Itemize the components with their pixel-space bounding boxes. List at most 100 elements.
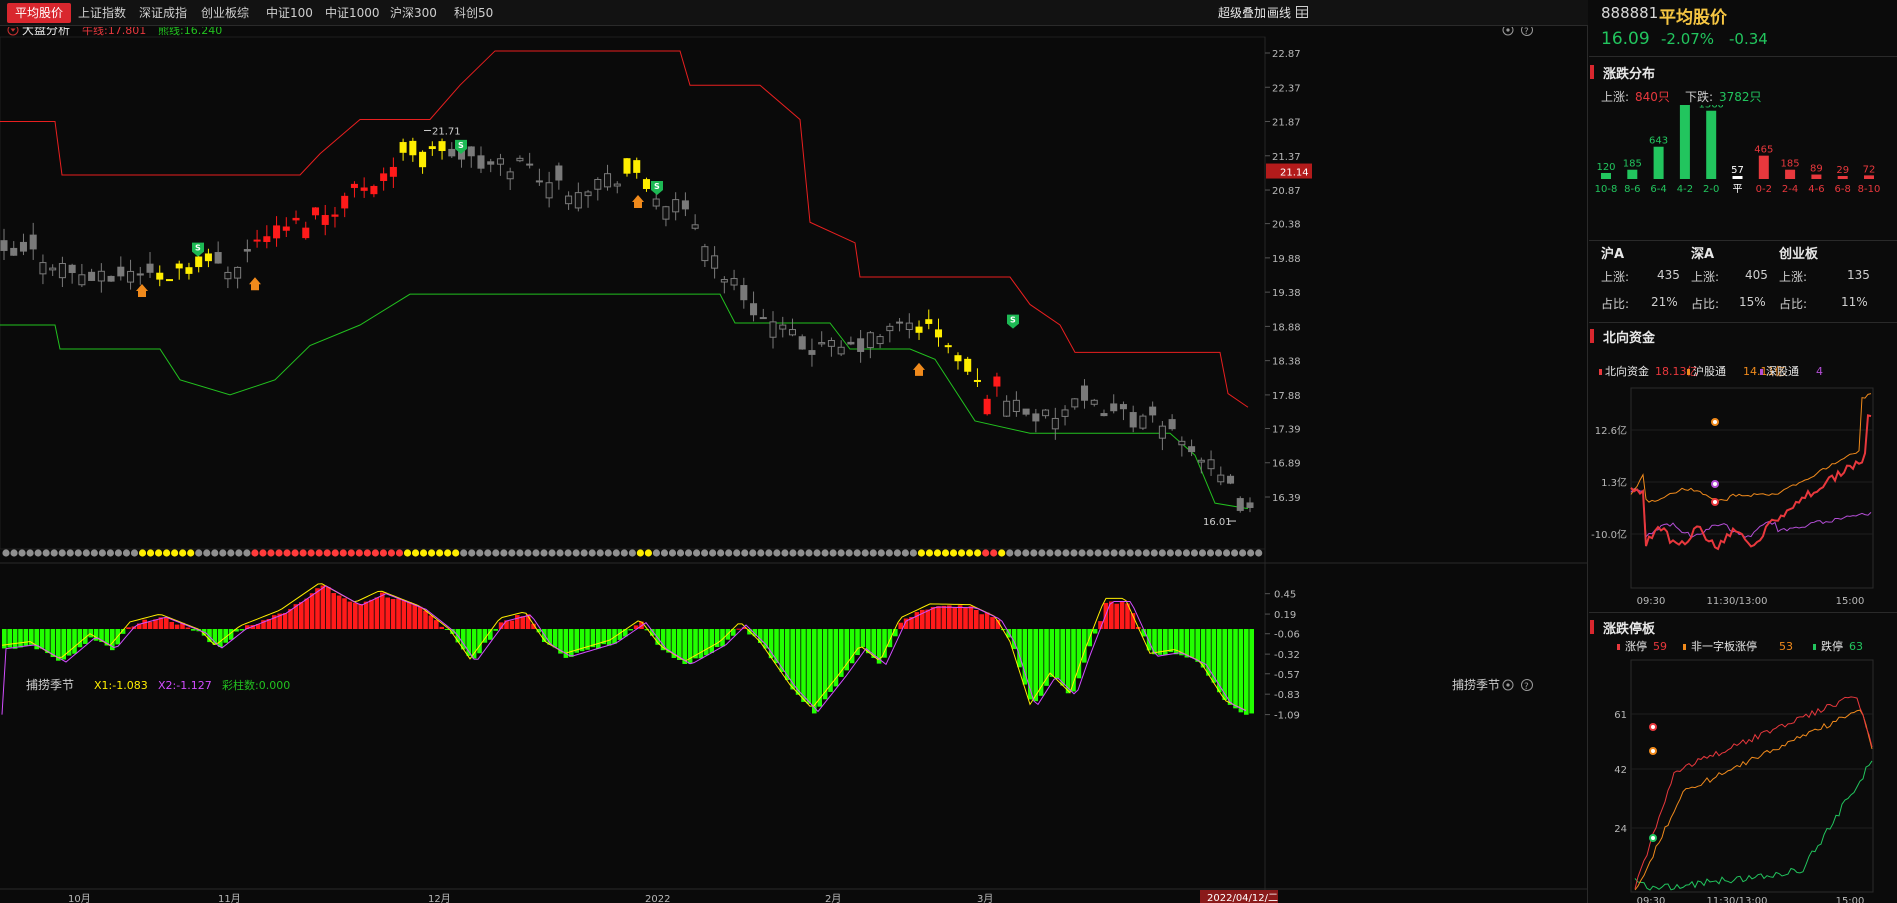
sub-settings-icon[interactable] <box>1502 679 1514 691</box>
candle <box>779 324 787 330</box>
overlay-button[interactable]: 超级叠加 <box>1218 3 1266 23</box>
signal-dot <box>1190 549 1199 557</box>
dist-title: 涨跌分布 <box>1603 67 1656 82</box>
candle <box>866 332 874 349</box>
price-tick-label: 21.87 <box>1272 118 1301 129</box>
oscillator-bar-positive <box>174 624 180 629</box>
kline-chart[interactable]: SSSS21.7116.01 大盘分析 牛线:17.801 熊线:16.240 … <box>0 27 1588 903</box>
sub-help-icon[interactable]: ? <box>1521 679 1533 693</box>
signal-dot <box>556 549 564 557</box>
north-y-label: 1.3亿 <box>1601 476 1627 489</box>
dist-range: 2-0 <box>1703 184 1719 195</box>
tab-sh-index[interactable]: 上证指数 <box>70 3 134 23</box>
signal-dot <box>203 549 211 557</box>
upper-band-line <box>0 50 1249 408</box>
candle <box>136 273 144 276</box>
price-tick-label: 17.88 <box>1272 391 1301 402</box>
sell-signal-letter: S <box>1010 316 1016 325</box>
signal-dot <box>1255 549 1263 557</box>
dist-count: 120 <box>1596 162 1615 173</box>
oscillator-bar-positive <box>369 599 374 629</box>
candle <box>175 263 183 269</box>
draw-line-button[interactable]: 画线 <box>1267 3 1291 23</box>
candle <box>964 358 972 372</box>
legend-name: 沪股通 <box>1693 364 1726 378</box>
signal-dot <box>548 549 556 557</box>
signal-dot <box>974 549 982 557</box>
oscillator-bar-positive <box>396 598 401 629</box>
panel-collapse-icon[interactable] <box>7 27 19 36</box>
market-ratio-label: 占比: <box>1691 297 1720 311</box>
signal-dot <box>484 549 492 557</box>
oscillator-bar-negative <box>1157 629 1163 655</box>
candle <box>896 321 904 324</box>
signal-dot <box>58 549 66 557</box>
main-panel-frame <box>0 36 1266 550</box>
candle <box>808 350 816 355</box>
signal-dot <box>1182 549 1191 557</box>
candle <box>983 398 991 415</box>
candle <box>273 225 281 239</box>
tab-avg-price[interactable]: 平均股价 <box>7 3 72 23</box>
north-marker <box>1711 498 1719 506</box>
legend-value: 59 <box>1653 640 1667 653</box>
candle <box>944 345 952 348</box>
tab-csi100[interactable]: 中证100 <box>258 3 321 23</box>
signal-dot <box>966 549 974 557</box>
price-tick-label: 20.38 <box>1272 220 1301 231</box>
oscillator-bar-negative <box>1227 629 1233 705</box>
candle <box>1129 412 1137 428</box>
signal-dot <box>82 549 90 557</box>
help-icon[interactable]: ? <box>1521 27 1533 37</box>
candle <box>428 146 436 150</box>
signal-dot <box>941 549 950 557</box>
section-marker <box>1590 329 1594 343</box>
oscillator-bar-positive <box>439 626 444 629</box>
oscillator-bar-negative <box>239 629 245 631</box>
oscillator-bar-negative <box>882 629 887 658</box>
north-flow-chart[interactable]: 北向资金 18.13亿沪股通 14.11亿深股通 412.6亿1.3亿-10.0亿09… <box>1589 360 1897 615</box>
tab-chinext[interactable]: 创业板综 <box>193 3 257 23</box>
legend-swatch <box>1760 369 1763 375</box>
legend-value: 63 <box>1849 640 1863 653</box>
limit-x-label: 15:00 <box>1836 896 1865 903</box>
signal-dot <box>1094 549 1102 557</box>
limit-marker <box>1649 747 1657 755</box>
signal-dot <box>885 549 893 557</box>
grid-icon[interactable] <box>1296 4 1308 24</box>
settings-icon[interactable] <box>1502 27 1514 36</box>
signal-dot <box>403 549 412 557</box>
oscillator-bar-negative <box>1038 629 1044 696</box>
dist-bar <box>1811 174 1822 179</box>
tab-star50[interactable]: 科创50 <box>446 3 501 23</box>
north-y-label: 12.6亿 <box>1595 424 1627 437</box>
dist-count: 465 <box>1754 145 1773 156</box>
market-up-label: 上涨: <box>1601 270 1630 284</box>
candle <box>88 271 96 281</box>
signal-dot <box>917 549 926 557</box>
signal-dot <box>363 549 371 557</box>
tab-hs300[interactable]: 沪深300 <box>382 3 445 23</box>
candle <box>263 236 271 242</box>
sub-tick-label: -0.57 <box>1274 670 1300 681</box>
signal-dot <box>436 549 444 557</box>
candle <box>993 376 1001 387</box>
oscillator-bar-positive <box>947 605 952 629</box>
signal-dot <box>267 549 275 557</box>
x-axis-label: 10月 <box>68 893 91 903</box>
tab-sz-index[interactable]: 深证成指 <box>131 3 195 23</box>
signal-dot <box>821 549 829 557</box>
dist-up-label: 上涨: <box>1601 90 1630 104</box>
oscillator-bar-positive <box>164 617 169 629</box>
x-axis-label: 11月 <box>218 893 241 903</box>
candle <box>399 142 407 153</box>
tab-csi1000[interactable]: 中证1000 <box>317 3 388 23</box>
limit-up-down-chart[interactable]: 涨停 59 非一字板涨停 53 跌停 63 61 42 24 09:30 11:30/13:00 15… <box>1589 638 1897 903</box>
candle <box>1139 415 1147 429</box>
market-up-label: 上涨: <box>1779 270 1808 284</box>
current-price-value: 21.14 <box>1280 168 1309 179</box>
signal-dot <box>660 549 669 557</box>
candle <box>905 322 913 331</box>
candle <box>1012 399 1020 412</box>
candle <box>915 326 923 333</box>
